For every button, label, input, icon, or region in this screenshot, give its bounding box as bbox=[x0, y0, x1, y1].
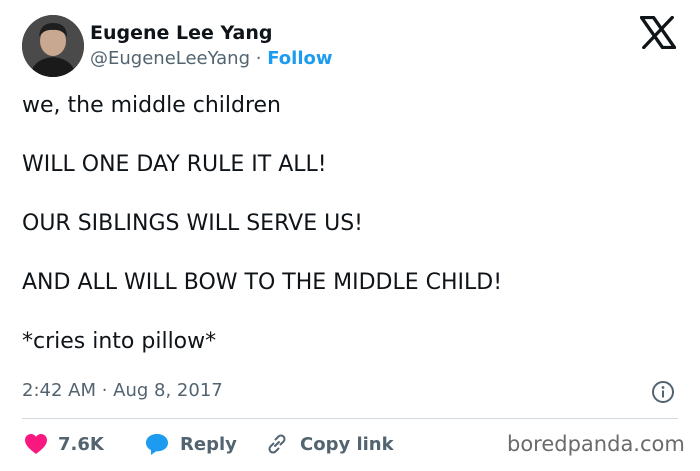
x-logo-icon[interactable] bbox=[640, 16, 676, 49]
watermark: boredpanda.com bbox=[507, 432, 685, 456]
reply-bubble-icon bbox=[146, 434, 168, 455]
author-handle-row: @EugeneLeeYang · Follow bbox=[90, 48, 333, 69]
avatar-image bbox=[22, 15, 84, 77]
heart-icon bbox=[25, 434, 47, 454]
tweet-text: we, the middle children WILL ONE DAY RUL… bbox=[22, 92, 672, 387]
follow-button[interactable]: Follow bbox=[267, 48, 332, 69]
tweet-line-4: AND ALL WILL BOW TO THE MIDDLE CHILD! bbox=[22, 270, 503, 295]
author-handle[interactable]: @EugeneLeeYang bbox=[90, 48, 250, 69]
like-button[interactable]: 7.6K bbox=[24, 430, 104, 458]
divider bbox=[22, 418, 678, 419]
copy-link-button[interactable]: Copy link bbox=[264, 430, 394, 458]
tweet-line-1: we, the middle children bbox=[22, 93, 281, 118]
reply-label: Reply bbox=[180, 433, 237, 455]
info-icon[interactable] bbox=[651, 380, 675, 404]
avatar[interactable] bbox=[22, 15, 84, 77]
tweet-timestamp[interactable]: 2:42 AM · Aug 8, 2017 bbox=[22, 380, 223, 401]
link-icon bbox=[268, 434, 286, 454]
tweet-line-3: OUR SIBLINGS WILL SERVE US! bbox=[22, 211, 363, 236]
copy-link-label: Copy link bbox=[300, 433, 394, 455]
separator-dot: · bbox=[255, 48, 262, 69]
reply-button[interactable]: Reply bbox=[144, 430, 237, 458]
author-name[interactable]: Eugene Lee Yang bbox=[90, 22, 272, 44]
tweet-line-5: *cries into pillow* bbox=[22, 329, 217, 354]
like-count: 7.6K bbox=[58, 433, 104, 455]
tweet-line-2: WILL ONE DAY RULE IT ALL! bbox=[22, 152, 327, 177]
